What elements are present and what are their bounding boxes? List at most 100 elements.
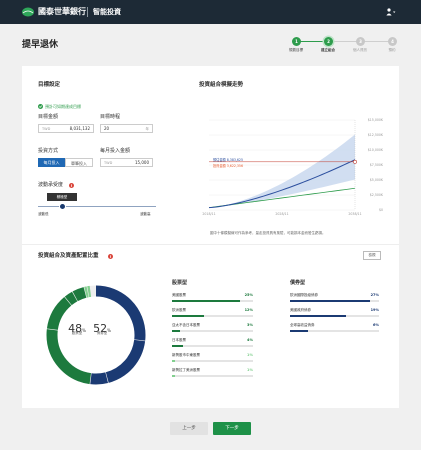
bond-name: 全球高收益債券: [290, 323, 315, 327]
stock-bar-fill: [172, 345, 183, 347]
stock-pct: 1%: [247, 353, 253, 357]
chart-series-label-projection: 預估金額 8,383,625: [213, 157, 243, 162]
bond-bar-fill: [290, 330, 308, 332]
risk-slider-thumb[interactable]: [59, 203, 66, 210]
chart-y-tick: $2,500K: [370, 193, 384, 197]
stock-name: 美國股票: [172, 293, 186, 297]
method-monthly-button[interactable]: 每月投入: [38, 158, 65, 167]
step-3-dot: 3: [356, 37, 365, 46]
bond-pct: 27%: [370, 293, 379, 297]
stock-pct: 4%: [247, 338, 253, 342]
monthly-amount-input[interactable]: TWD 15,000: [100, 158, 153, 167]
bond-name: 美國政府債券: [290, 308, 311, 312]
stock-bar-track: [172, 315, 253, 317]
bond-bar-fill: [290, 315, 347, 317]
product-name[interactable]: 智能投資: [93, 7, 121, 17]
chart-x-tick: 2038/11: [348, 212, 361, 216]
chart-section-title: 投資組合模擬走勢: [199, 82, 244, 88]
risk-slider-track[interactable]: [38, 206, 156, 207]
stock-row: 亞太不含日本股票 3%: [172, 323, 253, 333]
chart-x-tick: 2018/11: [202, 212, 215, 216]
chart-projection-band: [209, 134, 355, 208]
stock-bar-fill: [172, 375, 175, 377]
info-icon[interactable]: [69, 183, 74, 188]
stock-bar-fill: [172, 360, 175, 362]
chart-y-tick: $15,000K: [368, 118, 384, 122]
next-button[interactable]: 下一步: [213, 422, 251, 435]
step-1-dot: 1: [292, 37, 301, 46]
risk-tooltip: 積極型: [47, 193, 77, 201]
risk-high-label: 波動高: [140, 212, 151, 216]
bond-total-label: 債券型: [96, 331, 108, 335]
bond-pct: 19%: [370, 308, 379, 312]
user-menu-icon[interactable]: [386, 8, 396, 16]
bond-row: 美國政府債券 19%: [290, 308, 379, 318]
chart-y-tick: $10,000K: [368, 148, 384, 152]
bond-row: 歐洲國際投級債券 27%: [290, 293, 379, 303]
chart-y-tick: $5,000K: [370, 178, 384, 182]
stock-name: 新興拉丁美洲股票: [172, 368, 200, 372]
stock-bar-track: [172, 330, 253, 332]
chart-y-tick: $7,500K: [370, 163, 384, 167]
stock-name: 歐洲股票: [172, 308, 186, 312]
chart-note: 圖中十條模擬線可作為參考，量走投資具有風險，可能損本金而發生虧損。: [210, 231, 326, 235]
view-detail-button[interactable]: 檢視: [363, 251, 381, 260]
stock-name: 新興股市中東股票: [172, 353, 200, 357]
stock-pct: 3%: [247, 323, 253, 327]
prev-button[interactable]: 上一步: [170, 422, 208, 435]
amount-label: 目標金額: [38, 114, 59, 120]
stock-bar-fill: [172, 300, 240, 302]
brand-name[interactable]: 國泰世華銀行: [38, 7, 86, 17]
bond-bar-track: [290, 330, 379, 332]
method-lump-sum-button[interactable]: 單筆投入: [65, 158, 93, 167]
top-navbar: 國泰世華銀行 智能投資: [0, 0, 421, 24]
stock-bar-fill: [172, 315, 205, 317]
monthly-value: 15,000: [135, 160, 149, 165]
bond-pct: 6%: [373, 323, 379, 327]
stock-bar-fill: [172, 330, 181, 332]
monthly-currency: TWD: [104, 161, 113, 165]
method-label: 投資方式: [38, 148, 59, 154]
step-2-dot: 2: [324, 37, 333, 46]
stock-row: 新興拉丁美洲股票 1%: [172, 368, 253, 378]
stock-name: 日本股票: [172, 338, 186, 342]
stock-row: 新興股市中東股票 1%: [172, 353, 253, 363]
simulation-chart: $0 $2,500K $5,000K $7,500K $10,000K $12,500K $…: [202, 118, 384, 216]
bond-row: 全球高收益債券 6%: [290, 323, 379, 333]
amount-currency: TWD: [42, 127, 51, 131]
risk-low-label: 波動低: [38, 212, 49, 216]
stock-row: 日本股票 4%: [172, 338, 253, 348]
monthly-amount-label: 每月投入金額: [100, 148, 131, 154]
goal-hint: 預計可如期達成目標: [45, 104, 81, 109]
chart-x-tick: 2028/11: [275, 212, 288, 216]
stocks-title: 股票型: [172, 280, 188, 286]
bank-logo-icon: [22, 7, 34, 17]
bonds-title: 債券型: [290, 280, 306, 286]
risk-label: 波動承受度: [38, 182, 64, 188]
stock-pct: 1%: [247, 368, 253, 372]
chart-y-tick: $12,500K: [368, 133, 384, 137]
chart-target-dot: [353, 159, 357, 164]
stock-bar-track: [172, 345, 253, 347]
page-title: 提早退休: [22, 40, 59, 50]
bond-name: 歐洲國際投級債券: [290, 293, 318, 297]
brand-divider: [87, 7, 88, 17]
bond-bar-track: [290, 300, 379, 302]
stock-total-label: 股票型: [71, 331, 83, 335]
target-period-input[interactable]: 20 年: [100, 124, 153, 133]
stock-pct: 12%: [244, 308, 253, 312]
stock-row: 歐洲股票 12%: [172, 308, 253, 318]
chart-y-tick: $0: [379, 208, 383, 212]
info-icon[interactable]: [108, 254, 113, 259]
target-amount-input[interactable]: TWD 8,031,132: [38, 124, 94, 133]
stock-name: 亞太不含日本股票: [172, 323, 200, 327]
goal-section-title: 目標設定: [38, 82, 61, 88]
chart-series-label-invested: 投資金額 3,622,356: [213, 163, 243, 168]
check-circle-icon: [38, 104, 43, 109]
stock-pct: 25%: [244, 293, 253, 297]
stock-row: 美國股票 25%: [172, 293, 253, 303]
period-value: 20: [104, 126, 110, 131]
step-4-dot: 4: [388, 37, 397, 46]
amount-value: 8,031,132: [69, 126, 90, 131]
stock-bar-track: [172, 375, 253, 377]
